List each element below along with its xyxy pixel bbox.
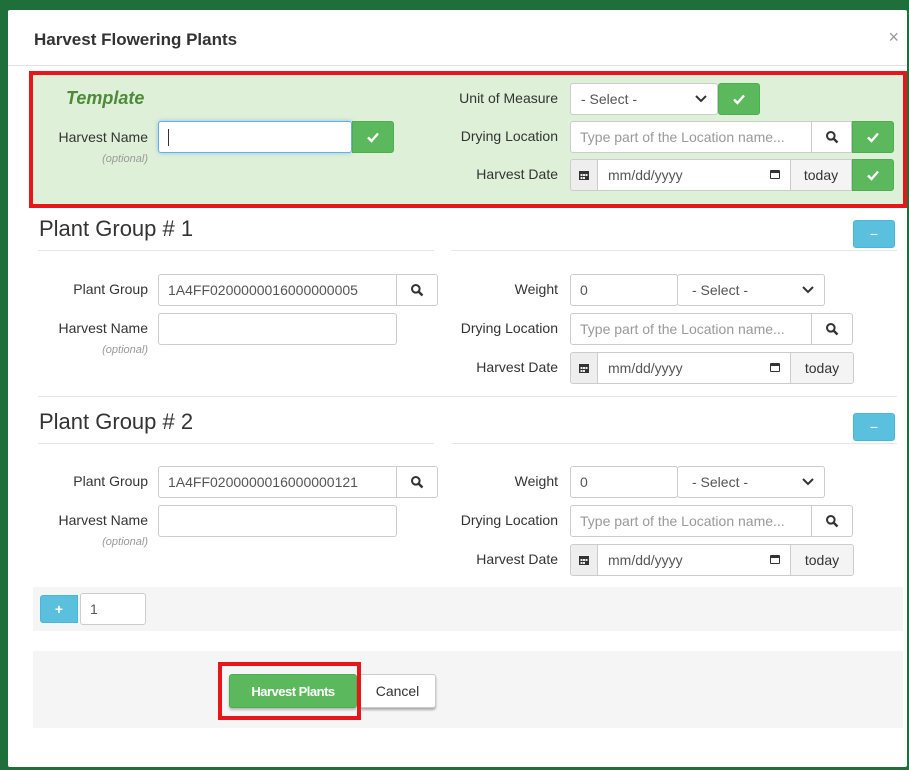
divider bbox=[38, 443, 434, 444]
divider bbox=[451, 250, 897, 251]
add-group-button[interactable]: + bbox=[40, 595, 78, 623]
group-1-unit-value: - Select - bbox=[692, 282, 749, 298]
template-highlight-box bbox=[29, 71, 907, 208]
group-2-drying-location-input[interactable]: Type part of the Location name... bbox=[570, 505, 812, 537]
group-2-weight-label: Weight bbox=[514, 473, 558, 489]
dialog-title: Harvest Flowering Plants bbox=[34, 30, 238, 49]
group-1-drying-location-input[interactable]: Type part of the Location name... bbox=[570, 313, 812, 345]
remove-group-2-button[interactable]: − bbox=[853, 413, 895, 441]
group-1-harvest-date-placeholder: mm/dd/yyyy bbox=[608, 360, 683, 376]
group-2-calendar-addon[interactable] bbox=[570, 544, 598, 576]
group-2-harvest-name-input[interactable] bbox=[158, 505, 397, 537]
group-2-drying-location-search-button[interactable] bbox=[811, 505, 853, 537]
divider bbox=[38, 250, 434, 251]
group-2-harvest-date-input[interactable]: mm/dd/yyyy bbox=[597, 544, 791, 576]
cancel-button[interactable]: Cancel bbox=[359, 674, 436, 708]
group-1-drying-location-label: Drying Location bbox=[460, 320, 558, 336]
date-picker-icon[interactable] bbox=[770, 555, 780, 564]
plant-group-2-title: Plant Group # 2 bbox=[39, 409, 194, 434]
group-1-today-button[interactable]: today bbox=[790, 352, 854, 384]
group-1-weight-input[interactable]: 0 bbox=[570, 274, 678, 306]
chevron-down-icon bbox=[802, 275, 814, 315]
group-2-plant-group-label: Plant Group bbox=[73, 473, 148, 489]
divider bbox=[38, 396, 897, 397]
group-2-harvest-date-label: Harvest Date bbox=[476, 551, 558, 567]
harvest-button-highlight-box bbox=[218, 662, 361, 720]
group-2-today-button[interactable]: today bbox=[790, 544, 854, 576]
group-1-weight-label: Weight bbox=[514, 281, 558, 297]
calendar-icon bbox=[579, 556, 589, 565]
plant-group-1-title: Plant Group # 1 bbox=[39, 216, 194, 241]
dialog-footer bbox=[33, 651, 903, 728]
group-1-optional-label: (optional) bbox=[102, 344, 148, 356]
group-1-plant-group-label: Plant Group bbox=[73, 281, 148, 297]
group-2-optional-label: (optional) bbox=[102, 536, 148, 548]
chevron-down-icon bbox=[802, 467, 814, 507]
calendar-icon bbox=[579, 364, 589, 373]
search-icon bbox=[826, 323, 839, 336]
group-1-calendar-addon[interactable] bbox=[570, 352, 598, 384]
date-picker-icon[interactable] bbox=[770, 363, 780, 372]
group-2-unit-value: - Select - bbox=[692, 474, 749, 490]
remove-group-1-button[interactable]: − bbox=[853, 220, 895, 248]
close-icon[interactable]: × bbox=[888, 28, 899, 46]
divider bbox=[451, 443, 897, 444]
group-1-harvest-name-label: Harvest Name bbox=[58, 320, 148, 336]
group-1-harvest-name-input[interactable] bbox=[158, 313, 397, 345]
group-2-unit-select[interactable]: - Select - bbox=[677, 466, 825, 498]
group-1-drying-location-search-button[interactable] bbox=[811, 313, 853, 345]
group-1-plant-group-input[interactable]: 1A4FF0200000016000000005 bbox=[158, 274, 397, 306]
group-2-harvest-date-placeholder: mm/dd/yyyy bbox=[608, 552, 683, 568]
group-1-harvest-date-label: Harvest Date bbox=[476, 359, 558, 375]
add-group-count-input[interactable]: 1 bbox=[80, 593, 146, 625]
add-group-bar bbox=[33, 587, 903, 631]
dialog-header: Harvest Flowering Plants × bbox=[8, 10, 907, 66]
group-2-drying-location-label: Drying Location bbox=[460, 512, 558, 528]
group-1-unit-select[interactable]: - Select - bbox=[677, 274, 825, 306]
group-2-weight-input[interactable]: 0 bbox=[570, 466, 678, 498]
group-2-harvest-name-label: Harvest Name bbox=[58, 512, 148, 528]
dialog-frame: Harvest Flowering Plants × Template Harv… bbox=[8, 10, 907, 767]
group-2-plant-group-input[interactable]: 1A4FF0200000016000000121 bbox=[158, 466, 397, 498]
group-1-harvest-date-input[interactable]: mm/dd/yyyy bbox=[597, 352, 791, 384]
search-icon bbox=[826, 515, 839, 528]
